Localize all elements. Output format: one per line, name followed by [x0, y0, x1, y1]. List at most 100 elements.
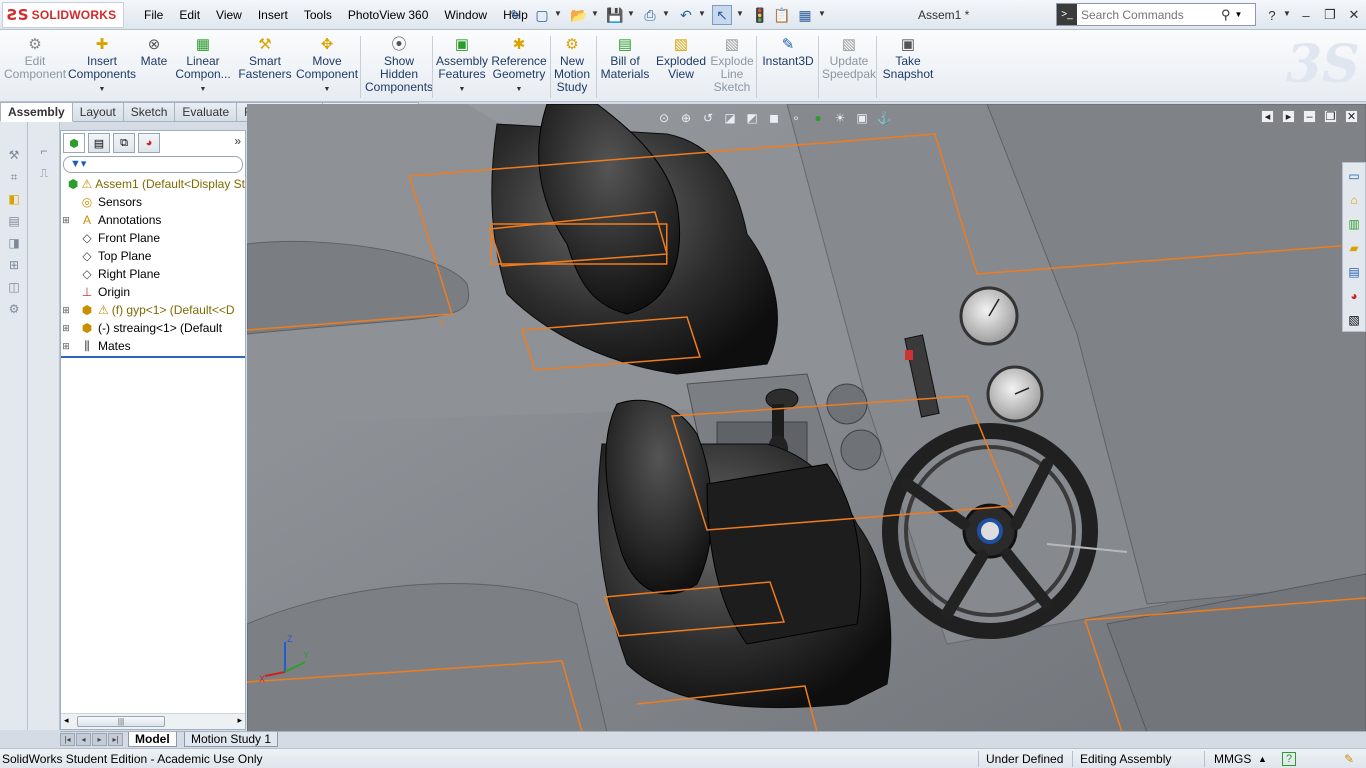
- edit-appearance-icon[interactable]: ●: [809, 110, 827, 126]
- expand-node-icon[interactable]: ⊞: [61, 323, 71, 334]
- smart-dimension-icon[interactable]: ⌗: [5, 168, 23, 186]
- line-tool-icon[interactable]: ⌐: [35, 142, 53, 160]
- configuration-manager-tab-icon[interactable]: ⧉: [113, 133, 135, 153]
- menu-photoview[interactable]: PhotoView 360: [340, 0, 437, 30]
- component-tool-icon[interactable]: ◧: [5, 190, 23, 208]
- help-dropdown-icon[interactable]: ▼: [1283, 9, 1291, 18]
- new-document-icon[interactable]: ▢: [532, 5, 552, 25]
- step-tool-icon[interactable]: ⎍: [35, 164, 53, 182]
- command-edit-component-button[interactable]: ⚙ Edit Component: [4, 34, 66, 81]
- viewport-right-icon[interactable]: ▸: [1282, 110, 1295, 123]
- print-dropdown-icon[interactable]: ▼: [662, 9, 670, 18]
- command-update-speedpak-button[interactable]: ▧ Update Speedpak: [822, 34, 876, 81]
- tree-node[interactable]: ⊞ ⫼ Mates: [61, 337, 245, 355]
- menu-file[interactable]: File: [136, 0, 171, 30]
- property-manager-tab-icon[interactable]: ▤: [88, 133, 110, 153]
- tree-node[interactable]: ◇ Front Plane: [61, 229, 245, 247]
- assembly-tool-icon[interactable]: ⊞: [5, 256, 23, 274]
- open-icon[interactable]: 📂: [569, 5, 589, 25]
- custom-properties-icon[interactable]: ▧: [1345, 311, 1363, 329]
- restore-icon[interactable]: ❐: [1320, 5, 1340, 25]
- minimize-icon[interactable]: –: [1296, 5, 1316, 25]
- scroll-left-icon[interactable]: ◂: [64, 715, 69, 726]
- feature-tool-icon[interactable]: ◨: [5, 234, 23, 252]
- next-tab-icon[interactable]: ▸: [92, 733, 107, 746]
- command-dropdown-icon[interactable]: ▼: [459, 83, 466, 96]
- view-settings-icon[interactable]: ▣: [853, 110, 871, 126]
- command-take-snapshot-button[interactable]: ▣ Take Snapshot: [880, 34, 936, 81]
- command-explode-line-sketch-button[interactable]: ▧ Explode Line Sketch: [708, 34, 756, 94]
- menu-window[interactable]: Window: [436, 0, 495, 30]
- view-orientation-icon[interactable]: ◩: [743, 110, 761, 126]
- design-library-icon[interactable]: ▥: [1345, 215, 1363, 233]
- command-linear-pattern-button[interactable]: ▦ Linear Compon... ▼: [172, 34, 234, 96]
- file-explorer-icon[interactable]: ▰: [1345, 239, 1363, 257]
- viewport-minimize-icon[interactable]: –: [1303, 110, 1316, 123]
- home-icon[interactable]: ⌂: [1345, 191, 1363, 209]
- save-dropdown-icon[interactable]: ▼: [627, 9, 635, 18]
- appearances-icon[interactable]: ◕: [1345, 287, 1363, 305]
- prev-tab-icon[interactable]: ◂: [76, 733, 91, 746]
- tree-node[interactable]: ◇ Top Plane: [61, 247, 245, 265]
- display-manager-tab-icon[interactable]: ◕: [138, 133, 160, 153]
- select-arrow-icon[interactable]: ↖: [712, 5, 732, 25]
- scroll-thumb[interactable]: |||: [77, 716, 165, 727]
- evaluate-tool-icon[interactable]: ◫: [5, 278, 23, 296]
- zoom-to-area-icon[interactable]: ⊕: [677, 110, 695, 126]
- units-dropdown-icon[interactable]: ▲: [1258, 751, 1267, 767]
- feature-tree-tab-icon[interactable]: ⬢: [63, 133, 85, 153]
- tab-assembly[interactable]: Assembly: [0, 102, 73, 122]
- reference-triad-icon[interactable]: Z Y X: [259, 632, 311, 684]
- quick-tips-icon[interactable]: ?: [1282, 752, 1296, 766]
- menu-insert[interactable]: Insert: [250, 0, 296, 30]
- first-tab-icon[interactable]: |◂: [60, 733, 75, 746]
- command-assembly-features-button[interactable]: ▣ Assembly Features ▼: [436, 34, 488, 96]
- command-mate-button[interactable]: ⊗ Mate: [138, 34, 170, 68]
- print-icon[interactable]: ⎙: [640, 5, 660, 25]
- tree-node[interactable]: ⊥ Origin: [61, 283, 245, 301]
- unit-system[interactable]: MMGS: [1214, 751, 1251, 767]
- command-bill-of-materials-button[interactable]: ▤ Bill of Materials: [600, 34, 650, 81]
- settings-tool-icon[interactable]: ⚙: [5, 300, 23, 318]
- command-exploded-view-button[interactable]: ▧ Exploded View: [654, 34, 708, 81]
- save-icon[interactable]: 💾: [605, 5, 625, 25]
- tree-filter-input[interactable]: ▼▾: [63, 156, 243, 173]
- last-tab-icon[interactable]: ▸|: [108, 733, 123, 746]
- menu-edit[interactable]: Edit: [171, 0, 208, 30]
- solidworks-logo[interactable]: ƧS SOLIDWORKS: [2, 2, 124, 28]
- command-smart-fasteners-button[interactable]: ⚒ Smart Fasteners: [238, 34, 292, 81]
- undo-icon[interactable]: ↶: [676, 5, 696, 25]
- tree-node[interactable]: ⊞ A Annotations: [61, 211, 245, 229]
- command-dropdown-icon[interactable]: ▼: [516, 83, 523, 96]
- car-interior-model[interactable]: +: [247, 104, 1366, 732]
- select-dropdown-icon[interactable]: ▼: [736, 9, 744, 18]
- expand-panel-icon[interactable]: »: [234, 134, 241, 148]
- sketch-tool-icon[interactable]: ⚒: [5, 146, 23, 164]
- viewport-left-icon[interactable]: ◂: [1261, 110, 1274, 123]
- command-new-motion-study-button[interactable]: ⚙ New Motion Study: [554, 34, 590, 94]
- options-dropdown-icon[interactable]: ▼: [818, 9, 826, 18]
- hide-show-items-icon[interactable]: ∘: [787, 110, 805, 126]
- search-input[interactable]: [1081, 7, 1219, 22]
- expand-node-icon[interactable]: ⊞: [61, 215, 71, 226]
- graphics-viewport[interactable]: + ⊙ ⊕ ↺ ◪ ◩ ◼ ∘ ● ☀ ▣ ⚓ ◂ ▸ – ❐ ✕ Z Y X: [247, 104, 1366, 732]
- undo-dropdown-icon[interactable]: ▼: [698, 9, 706, 18]
- tab-motion-study-1[interactable]: Motion Study 1: [184, 732, 279, 747]
- command-dropdown-icon[interactable]: ▼: [99, 83, 106, 96]
- tab-sketch[interactable]: Sketch: [123, 102, 176, 122]
- close-icon[interactable]: ✕: [1344, 5, 1364, 25]
- tree-node[interactable]: ⬢ ⚠ Assem1 (Default<Display St: [61, 175, 245, 193]
- help-icon[interactable]: ?: [1262, 5, 1282, 25]
- notification-icon[interactable]: ✎: [1344, 751, 1354, 767]
- search-commands-box[interactable]: >_ ⚲ ▼: [1056, 3, 1256, 26]
- tree-node[interactable]: ⊞ ⬢ (-) streaing<1> (Default: [61, 319, 245, 337]
- command-instant3d-button[interactable]: ✎ Instant3D: [760, 34, 816, 68]
- command-show-hidden-button[interactable]: ⦿ Show Hidden Components: [365, 34, 433, 94]
- menu-view[interactable]: View: [208, 0, 250, 30]
- scroll-right-icon[interactable]: ▸: [237, 715, 242, 726]
- tree-node[interactable]: ◇ Right Plane: [61, 265, 245, 283]
- rollback-bar[interactable]: [61, 356, 245, 358]
- tab-evaluate[interactable]: Evaluate: [175, 102, 238, 122]
- display-style-icon[interactable]: ◼: [765, 110, 783, 126]
- expand-node-icon[interactable]: ⊞: [61, 341, 71, 352]
